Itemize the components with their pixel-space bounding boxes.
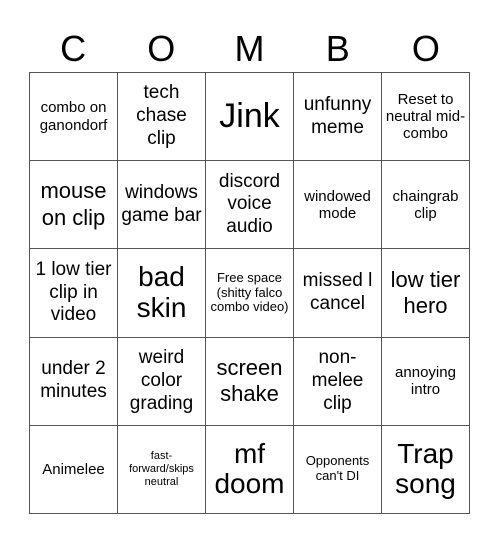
bingo-cell[interactable]: Jink xyxy=(206,73,294,162)
bingo-grid: combo on ganondorf tech chase clip Jink unf… xyxy=(29,72,470,514)
bingo-cell[interactable]: screen shake xyxy=(206,337,294,426)
bingo-cell[interactable]: chaingrab clip xyxy=(382,161,470,250)
bingo-cell[interactable]: Opponents can't DI xyxy=(294,425,382,514)
bingo-cell[interactable]: annoying intro xyxy=(382,337,470,426)
header-letter-o: O xyxy=(147,28,176,69)
bingo-cell[interactable]: combo on ganondorf xyxy=(30,73,118,162)
bingo-cell[interactable]: bad skin xyxy=(118,249,206,338)
bingo-cell[interactable]: discord voice audio xyxy=(206,161,294,250)
header-letter-c: C xyxy=(60,28,87,69)
bingo-cell[interactable]: weird color grading xyxy=(118,337,206,426)
bingo-cell[interactable]: Trap song xyxy=(382,425,470,514)
header-letter-b: B xyxy=(325,28,350,69)
bingo-cell[interactable]: Reset to neutral mid-combo xyxy=(382,73,470,162)
header-letter-o2: O xyxy=(411,28,440,69)
bingo-cell[interactable]: Free space (shitty falco combo video) xyxy=(206,249,294,338)
bingo-cell[interactable]: 1 low tier clip in video xyxy=(30,249,118,338)
header-letter-m: M xyxy=(234,28,265,69)
bingo-cell[interactable]: fast-forward/skips neutral xyxy=(118,425,206,514)
bingo-cell[interactable]: under 2 minutes xyxy=(30,337,118,426)
bingo-cell[interactable]: low tier hero xyxy=(382,249,470,338)
bingo-cell[interactable]: non-melee clip xyxy=(294,337,382,426)
bingo-cell[interactable]: tech chase clip xyxy=(118,73,206,162)
bingo-header: C O M B O xyxy=(29,26,470,72)
bingo-cell[interactable]: windowed mode xyxy=(294,161,382,250)
bingo-cell[interactable]: Animelee xyxy=(30,425,118,514)
bingo-cell[interactable]: missed l cancel xyxy=(294,249,382,338)
bingo-cell[interactable]: unfunny meme xyxy=(294,73,382,162)
bingo-cell[interactable]: windows game bar xyxy=(118,161,206,250)
bingo-cell[interactable]: mouse on clip xyxy=(30,161,118,250)
bingo-cell[interactable]: mf doom xyxy=(206,425,294,514)
